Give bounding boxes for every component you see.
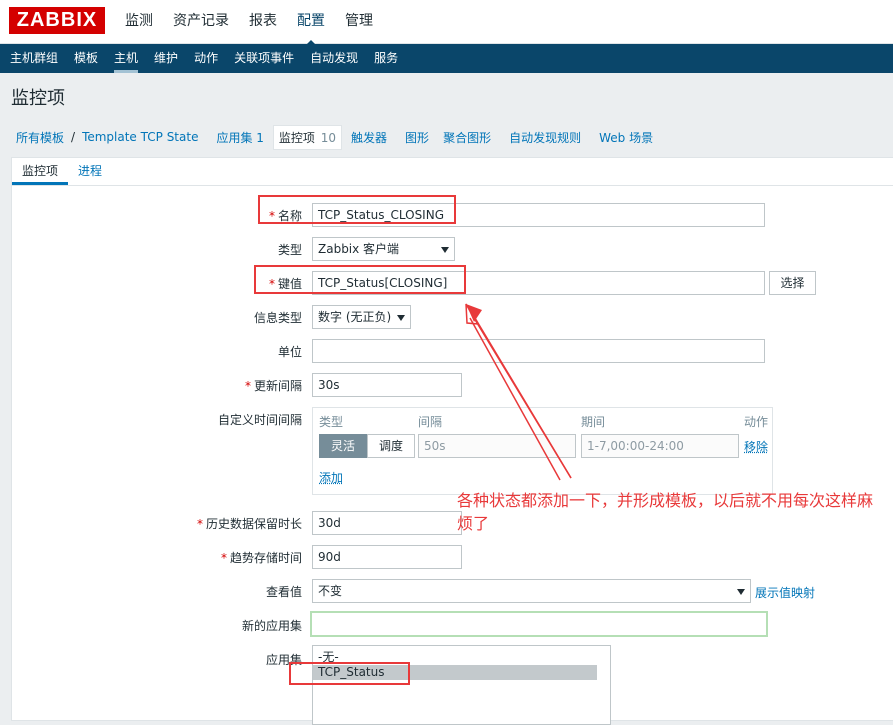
name-input[interactable]: TCP_Status_CLOSING (312, 203, 765, 227)
menu-configuration[interactable]: 配置 (287, 0, 335, 46)
crumb-graphs[interactable]: 图形 (400, 129, 434, 146)
crumb-triggers[interactable]: 触发器 (346, 129, 392, 146)
name-label: * 名称 (268, 209, 302, 223)
new-app-label: 新的应用集 (241, 619, 302, 633)
type-label: 类型 (277, 243, 302, 257)
type-select[interactable]: Zabbix 客户端 (312, 237, 455, 261)
info-type-select[interactable]: 数字 (无正负) (312, 305, 411, 329)
remove-interval-link[interactable]: 移除 (744, 438, 768, 455)
flexible-option[interactable]: 灵活 (319, 434, 368, 458)
crumb-items-count: 10 (320, 130, 337, 145)
submenu-services[interactable]: 服务 (366, 44, 406, 73)
valuemap-select[interactable]: 不变 (312, 579, 751, 603)
key-label: * 键值 (268, 277, 302, 291)
crumb-items[interactable]: 监控项 10 (272, 124, 343, 150)
history-input[interactable]: 30d (312, 511, 462, 535)
info-type-label: 信息类型 (253, 311, 302, 325)
tab-process[interactable]: 进程 (68, 158, 112, 185)
form-tabs: 监控项 进程 (12, 158, 893, 186)
valuemap-label: 查看值 (265, 585, 302, 599)
apps-listbox[interactable]: -无- TCP_Status (312, 645, 611, 725)
app-option-none[interactable]: -无- (313, 650, 610, 665)
new-app-input[interactable] (310, 611, 768, 637)
custom-intervals-label: 自定义时间间隔 (217, 413, 302, 427)
submenu-host-groups[interactable]: 主机群组 (2, 44, 66, 73)
breadcrumb: 所有模板 / Template TCP State 应用集 1 监控项 10 触… (11, 124, 893, 150)
chevron-down-icon (441, 247, 449, 253)
apps-label: 应用集 (265, 653, 302, 667)
chevron-down-icon (397, 315, 405, 321)
submenu-actions[interactable]: 动作 (186, 44, 226, 73)
submenu-discovery[interactable]: 自动发现 (302, 44, 366, 73)
crumb-template[interactable]: Template TCP State (77, 130, 203, 144)
col-interval-header: 间隔 (418, 415, 443, 429)
main-menu: 监测 资产记录 报表 配置 管理 (115, 0, 383, 46)
update-interval-label: * 更新间隔 (244, 379, 302, 393)
menu-reports[interactable]: 报表 (239, 0, 287, 44)
units-input[interactable] (312, 339, 765, 363)
annotation-text: 各种状态都添加一下，并形成模板，以后就不用每次这样麻烦了 (457, 491, 874, 533)
scheduling-option[interactable]: 调度 (367, 434, 416, 458)
page-title: 监控项 (11, 88, 65, 109)
menu-monitoring[interactable]: 监测 (115, 0, 163, 44)
crumb-separator: / (71, 130, 76, 144)
trends-label: * 趋势存储时间 (220, 551, 302, 565)
col-type-header: 类型 (319, 415, 344, 429)
submenu-hosts[interactable]: 主机 (106, 44, 146, 73)
update-interval-input[interactable]: 30s (312, 373, 462, 397)
crumb-applications[interactable]: 应用集 1 (211, 129, 268, 146)
period-input[interactable]: 1-7,00:00-24:00 (581, 434, 739, 458)
col-period-header: 期间 (581, 415, 606, 429)
select-key-button[interactable]: 选择 (769, 271, 816, 295)
menu-inventory[interactable]: 资产记录 (163, 0, 239, 44)
tab-item[interactable]: 监控项 (12, 158, 69, 185)
submenu-templates[interactable]: 模板 (66, 44, 106, 73)
units-label: 单位 (277, 345, 302, 359)
col-action-header: 动作 (744, 415, 769, 429)
crumb-discovery[interactable]: 自动发现规则 (504, 129, 586, 146)
crumb-screens[interactable]: 聚合图形 (438, 129, 496, 146)
history-label: * 历史数据保留时长 (196, 517, 302, 531)
show-valuemap-link[interactable]: 展示值映射 (755, 584, 815, 601)
custom-intervals-table: 类型 间隔 期间 动作 灵活 调度 50s 1-7,00:00-24:00 移除… (312, 407, 773, 495)
key-input[interactable]: TCP_Status[CLOSING] (312, 271, 765, 295)
app-option-tcp-status[interactable]: TCP_Status (313, 665, 597, 680)
trends-input[interactable]: 90d (312, 545, 462, 569)
menu-administration[interactable]: 管理 (335, 0, 383, 44)
crumb-all-templates[interactable]: 所有模板 (11, 129, 69, 146)
interval-type-toggle: 灵活 调度 (319, 434, 416, 458)
submenu-maintenance[interactable]: 维护 (146, 44, 186, 73)
submenu-correlation[interactable]: 关联项事件 (226, 44, 302, 73)
chevron-down-icon (737, 589, 745, 595)
crumb-web[interactable]: Web 场景 (594, 129, 658, 146)
add-interval-link[interactable]: 添加 (319, 469, 343, 486)
zabbix-logo[interactable]: ZABBIX (9, 7, 105, 34)
crumb-items-label: 监控项 (278, 130, 315, 145)
top-bar: ZABBIX 监测 资产记录 报表 配置 管理 (0, 0, 893, 46)
interval-input[interactable]: 50s (418, 434, 576, 458)
item-form-panel: 监控项 进程 * 名称 TCP_Status_CLOSING 类型 Zabbix … (11, 157, 893, 725)
item-form: * 名称 TCP_Status_CLOSING 类型 Zabbix 客户端 * 键值… (12, 187, 893, 725)
sub-menu: 主机群组 模板 主机 维护 动作 关联项事件 自动发现 服务 (0, 44, 893, 73)
